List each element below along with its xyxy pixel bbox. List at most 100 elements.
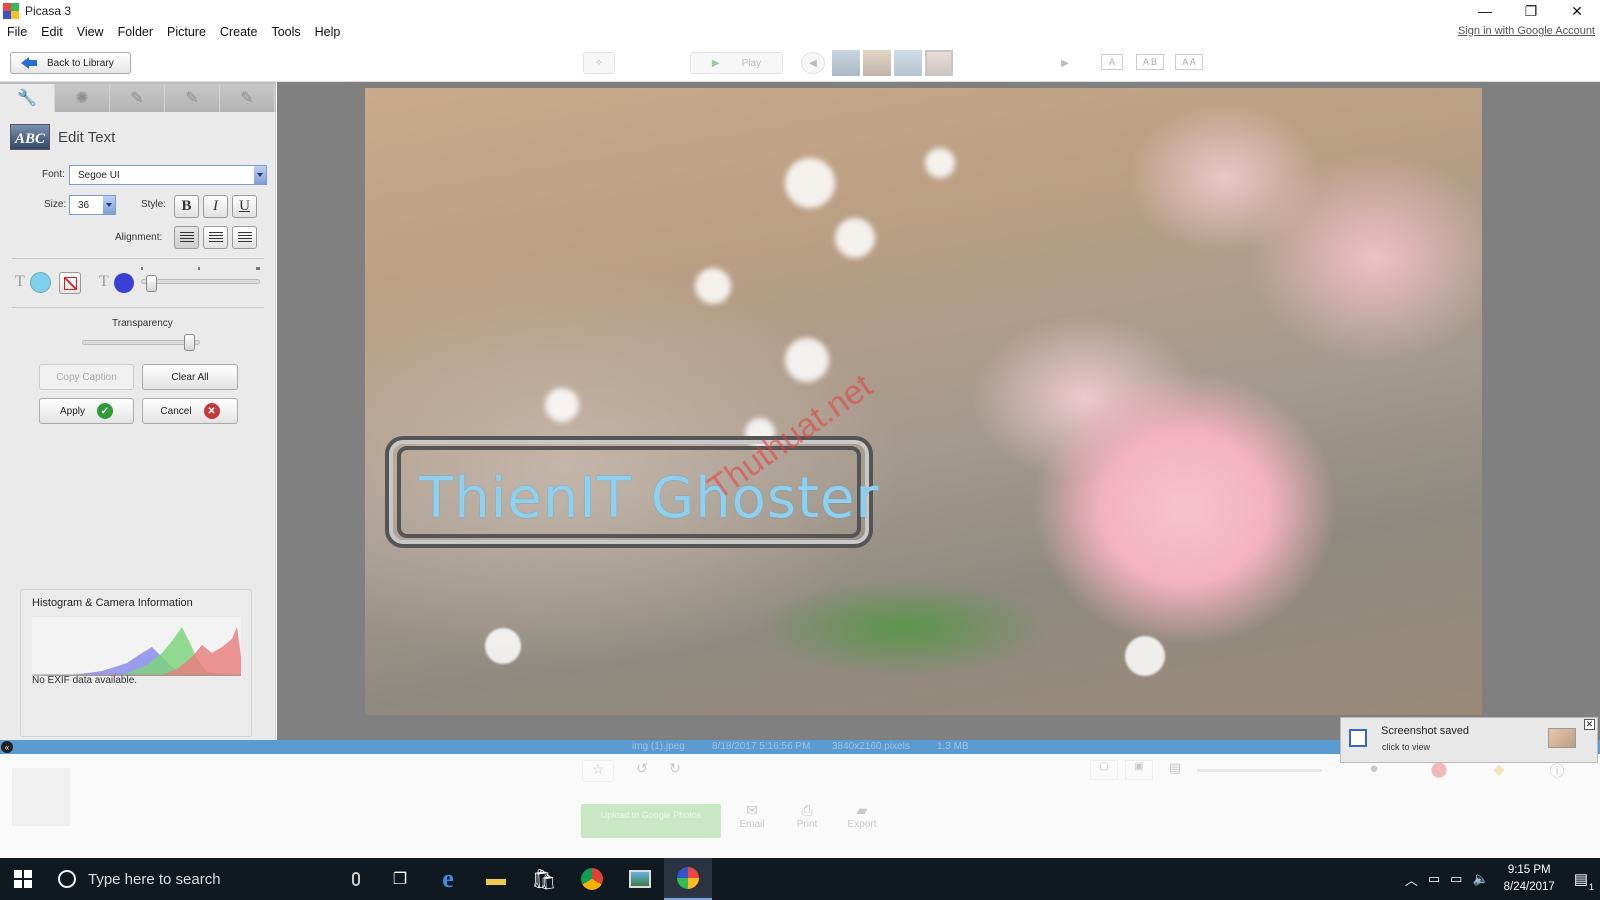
chevron-down-icon[interactable] [103, 196, 115, 214]
picasa-logo-icon [3, 3, 19, 19]
photos-button[interactable] [616, 858, 664, 900]
rotate-left-icon[interactable]: ↺ [632, 760, 652, 777]
copy-caption-button[interactable]: Copy Caption [39, 364, 134, 390]
email-label: Email [739, 819, 765, 830]
print-button[interactable]: ⎙ Print [792, 802, 822, 830]
tab-basic-fixes[interactable]: 🔧 [0, 84, 55, 112]
photo-blossom [485, 628, 521, 664]
menu-help[interactable]: Help [308, 25, 348, 39]
battery-icon[interactable]: ▭ [1428, 871, 1440, 887]
menu-edit[interactable]: Edit [34, 25, 70, 39]
tab-effects[interactable]: ✎ [110, 84, 165, 112]
email-button[interactable]: ✉ Email [737, 802, 767, 830]
network-icon[interactable]: ▭ [1450, 871, 1462, 887]
thumbnail-2[interactable] [863, 50, 891, 76]
photo-tray-thumbnail[interactable] [12, 768, 70, 826]
underline-button[interactable]: U [232, 195, 257, 218]
clear-all-button[interactable]: Clear All [142, 364, 238, 390]
tab-more-effects[interactable]: ✎ [165, 84, 220, 112]
sign-in-link[interactable]: Sign in with Google Account [1458, 25, 1595, 37]
text-color-swatch[interactable] [30, 272, 51, 293]
file-explorer-button[interactable]: ▬ [472, 858, 520, 900]
tab-even-more-effects[interactable]: ✎ [220, 84, 275, 112]
cancel-button[interactable]: Cancel ✕ [142, 398, 238, 424]
screenshot-notification[interactable]: Screenshot saved click to view ✕ [1340, 717, 1598, 763]
view-mode-compare[interactable]: A B [1136, 54, 1164, 70]
notification-close-icon[interactable]: ✕ [1584, 719, 1595, 730]
edit-text-title: Edit Text [58, 128, 116, 146]
align-right-button[interactable] [232, 226, 257, 249]
chrome-button[interactable] [568, 858, 616, 900]
close-button[interactable]: ✕ [1554, 0, 1600, 22]
star-icon[interactable]: ☆ [582, 760, 614, 782]
menu-file[interactable]: File [0, 25, 34, 39]
info-filename: img (1).jpeg [632, 741, 685, 752]
outline-thickness-slider[interactable] [141, 279, 260, 284]
export-button[interactable]: ▰ Export [845, 802, 879, 830]
play-button[interactable]: ▶ Play [690, 52, 783, 74]
next-icon[interactable]: ▶ [1053, 52, 1077, 74]
restore-button[interactable]: ❐ [1508, 0, 1554, 22]
start-button[interactable] [0, 858, 46, 900]
exif-note: No EXIF data available. [32, 675, 138, 686]
info-date: 8/18/2017 5:16:56 PM [712, 741, 811, 752]
align-center-button[interactable] [203, 226, 228, 249]
chevron-up-icon[interactable]: ︿ [1405, 870, 1418, 889]
tab-tuning[interactable]: ✺ [55, 84, 110, 112]
taskbar: Type here to search ❐ e ▬ 🛍 ︿ ▭ ▭ 🔈 9:15… [0, 858, 1600, 900]
view-mode-dual[interactable]: A A [1175, 54, 1203, 70]
action-center-icon[interactable]: ▤ 1 [1574, 870, 1594, 892]
menu-folder[interactable]: Folder [111, 25, 160, 39]
view-mode-single[interactable]: A [1101, 54, 1123, 70]
menu-create[interactable]: Create [213, 25, 265, 39]
store-button[interactable]: 🛍 [520, 858, 568, 900]
align-left-button[interactable] [174, 226, 199, 249]
transparency-thumb[interactable] [183, 334, 195, 351]
task-view-button[interactable]: ❐ [376, 858, 424, 900]
microphone-icon[interactable] [352, 872, 360, 886]
menu-picture[interactable]: Picture [160, 25, 213, 39]
font-select[interactable]: Segoe UI [69, 165, 267, 185]
no-fill-button[interactable] [59, 272, 81, 294]
font-value: Segoe UI [78, 169, 120, 181]
outline-color-swatch[interactable] [114, 273, 134, 293]
clock[interactable]: 9:15 PM 8/24/2017 [1504, 862, 1555, 896]
window-title: Picasa 3 [25, 4, 72, 18]
apply-button[interactable]: Apply ✓ [39, 398, 134, 424]
picasa-taskbar-button[interactable] [664, 858, 712, 900]
back-to-library-button[interactable]: Back to Library [10, 52, 131, 74]
volume-icon[interactable]: 🔈 [1472, 871, 1488, 887]
caption-text[interactable]: ThienIT Ghoster [419, 466, 879, 531]
zoom-slider[interactable] [1197, 769, 1322, 772]
rotate-right-icon[interactable]: ↻ [665, 760, 685, 777]
photo-canvas[interactable]: ThienIT Ghoster Thuthuat.net [365, 88, 1482, 715]
bold-button[interactable]: B [174, 195, 199, 218]
zoom-icon: ▤ [1168, 760, 1182, 775]
check-icon: ✓ [97, 403, 113, 419]
transparency-slider[interactable] [82, 340, 200, 345]
info-icon[interactable]: ⓘ [1545, 760, 1569, 781]
task-view-icon: ❐ [392, 871, 408, 888]
chevron-down-icon[interactable] [254, 166, 266, 184]
menu-tools[interactable]: Tools [264, 25, 307, 39]
thumbnail-3[interactable] [894, 50, 922, 76]
taskbar-search[interactable]: Type here to search [46, 858, 376, 900]
minimize-button[interactable]: — [1462, 0, 1508, 22]
thumbnail-1[interactable] [832, 50, 860, 76]
collapse-tray-icon[interactable]: « [1, 741, 13, 753]
outline-thickness-thumb[interactable] [146, 275, 158, 292]
previous-icon[interactable]: ◀ [801, 52, 825, 74]
upload-button[interactable]: Upload to Google Photos [581, 804, 721, 838]
slideshow-icon[interactable]: ✧ [583, 52, 615, 74]
notification-thumbnail [1548, 728, 1576, 748]
menu-view[interactable]: View [70, 25, 111, 39]
back-arrow-icon [21, 57, 37, 69]
size-select[interactable]: 36 [69, 195, 116, 215]
large-thumbnails-icon[interactable]: ▣ [1125, 760, 1153, 780]
small-thumbnails-icon[interactable]: ▢ [1090, 760, 1118, 780]
chrome-icon [581, 868, 603, 890]
edge-button[interactable]: e [424, 858, 472, 900]
thumbnail-4-current[interactable] [925, 50, 953, 76]
histogram-panel: Histogram & Camera Information No EXIF d… [20, 589, 252, 737]
italic-button[interactable]: I [203, 195, 228, 218]
